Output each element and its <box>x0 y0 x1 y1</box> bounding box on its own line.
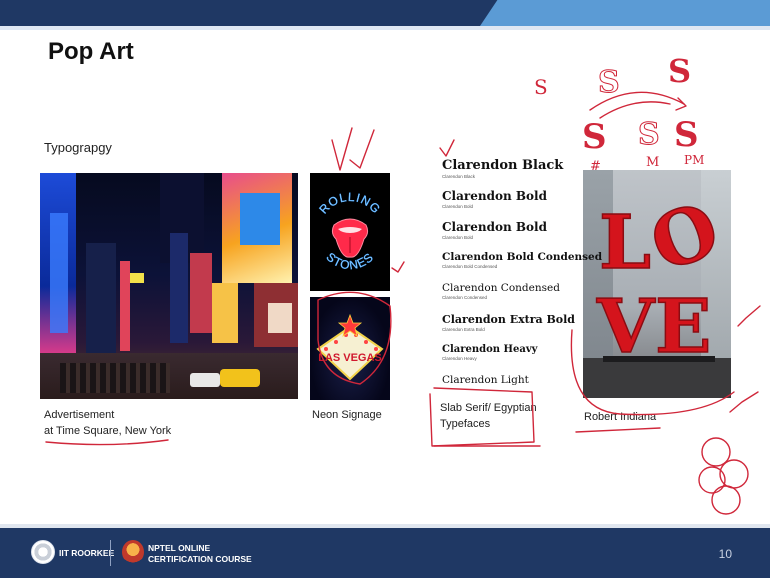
robert-indiana-caption: Robert Indiana <box>584 411 657 423</box>
times-square-caption: Advertisement at Time Square, New York <box>44 407 171 439</box>
nptel-line2: CERTIFICATION COURSE <box>148 554 252 564</box>
footer-bar: IIT ROORKEE NPTEL ONLINE CERTIFICATION C… <box>0 528 770 578</box>
annotation-s-mid: S <box>638 117 660 152</box>
annotation-s-outline: S <box>598 65 620 100</box>
slide-subtitle: Typograpgy <box>44 140 112 155</box>
vegas-sign-icon <box>316 313 384 381</box>
font-sample: Clarendon Bold Condensed Clarendon Bold … <box>442 251 603 269</box>
circle-doodle <box>711 485 741 515</box>
check-mark-icon <box>729 391 759 413</box>
svg-text:ROLLING: ROLLING <box>316 190 383 217</box>
tongue-logo-icon <box>331 218 369 258</box>
neon-caption: Neon Signage <box>312 409 382 421</box>
times-square-photo <box>40 173 298 399</box>
check-mark-icon <box>331 127 353 171</box>
nptel-line1: NPTEL ONLINE <box>148 543 211 553</box>
font-sample: Clarendon Black Clarendon Black <box>442 158 564 179</box>
slab-serif-caption: Slab Serif/ Egyptian Typefaces <box>440 400 537 432</box>
check-mark-icon <box>737 305 761 327</box>
annotation-label-m: M <box>646 155 659 170</box>
circle-doodle <box>701 437 731 467</box>
arrow-annotation <box>589 91 685 111</box>
iit-roorkee-text: IIT ROORKEE <box>59 548 115 558</box>
font-sample: Clarendon Bold Clarendon Bold <box>442 189 547 209</box>
top-banner-underline <box>0 26 770 30</box>
page-number: 10 <box>718 547 732 561</box>
annotation-s-red-left: S <box>582 117 607 157</box>
slide: Pop Art Typograpgy ROLLING STONES LAS VE… <box>0 0 770 578</box>
vegas-text: LAS VEGAS <box>318 352 382 364</box>
font-sample: Clarendon Light <box>442 374 529 386</box>
times-square-caption-line2: at Time Square, New York <box>44 425 172 437</box>
slab-serif-caption-line1: Slab Serif/ Egyptian <box>440 402 537 414</box>
rolling-stones-photo: ROLLING STONES <box>310 173 390 291</box>
annotation-s-small: S <box>534 75 548 99</box>
love-letter-o: O <box>640 186 730 289</box>
circle-doodle <box>698 466 726 494</box>
annotation-s-red-top: S <box>668 52 691 90</box>
check-mark-icon <box>349 129 375 169</box>
nptel-logo-icon <box>122 540 144 564</box>
font-sample: Clarendon Extra Bold Clarendon Extra Bol… <box>442 313 575 332</box>
love-letters: L O V E <box>595 185 730 370</box>
footer-divider <box>110 540 111 566</box>
font-sample: Clarendon Heavy Clarendon Heavy <box>442 344 538 361</box>
annotation-s-red-right: S <box>674 115 699 155</box>
love-sculpture-photo: L O V E <box>583 170 731 398</box>
arrow-head-icon <box>675 97 687 111</box>
font-sample: Clarendon Bold Clarendon Bold <box>442 220 547 240</box>
check-mark-icon <box>391 261 405 273</box>
check-mark-icon <box>439 139 455 157</box>
caption-underline <box>45 439 169 446</box>
arrow-annotation <box>599 101 671 119</box>
slide-title: Pop Art <box>48 38 134 65</box>
iit-roorkee-logo-icon <box>31 540 55 564</box>
slab-serif-caption-line2: Typefaces <box>440 418 491 430</box>
rolling-top-text: ROLLING <box>316 190 383 217</box>
nptel-text: NPTEL ONLINE CERTIFICATION COURSE <box>148 543 252 565</box>
annotation-label-pm: PM <box>684 153 704 167</box>
times-square-caption-line1: Advertisement <box>44 409 115 421</box>
robert-underline <box>575 427 661 433</box>
circle-doodle <box>719 459 749 489</box>
font-sample: Clarendon Condensed Clarendon Condensed <box>442 282 560 300</box>
las-vegas-photo: LAS VEGAS <box>310 297 390 400</box>
top-banner-accent <box>480 0 770 26</box>
